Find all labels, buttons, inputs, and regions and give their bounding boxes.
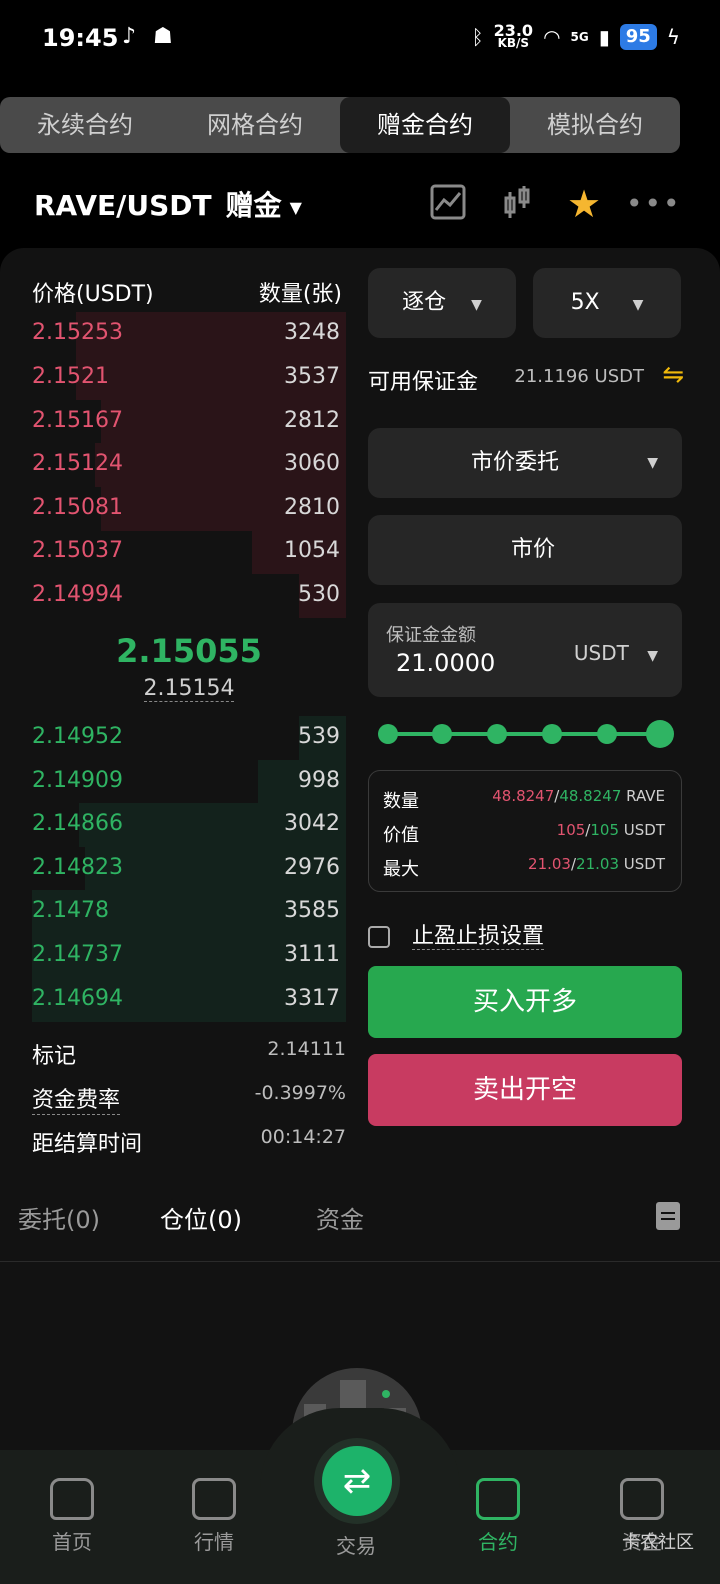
slider-handle[interactable] — [646, 720, 674, 748]
tab-perpetual[interactable]: 永续合约 — [0, 97, 170, 153]
bid-row[interactable]: 2.14952 539 — [32, 716, 346, 760]
tab-demo[interactable]: 模拟合约 — [510, 97, 680, 153]
notification-icons: ♪ ☗ — [122, 24, 173, 49]
slider-stop-20[interactable] — [432, 724, 452, 744]
status-bar: 19:45 ♪ ☗ ᛒ 23.0 KB/S ◠ 5G ▮ 95 ϟ — [0, 0, 720, 80]
market-icon — [192, 1478, 236, 1520]
bid-row[interactable]: 2.14866 3042 — [32, 803, 346, 847]
chevron-down-icon: ▼ — [632, 297, 644, 313]
wifi-icon: ◠ — [543, 25, 561, 49]
slider-stop-60[interactable] — [542, 724, 562, 744]
mark-info: 标记 2.14111 — [32, 1038, 346, 1069]
summary-qty: 数量 48.8247/48.8247 RAVE — [383, 787, 665, 812]
watermark: 卡农社区 — [622, 1532, 694, 1553]
orderbook-header: 价格(USDT) 数量(张) — [32, 276, 342, 308]
qty-column-header: 数量(张) — [258, 282, 342, 307]
tab-orders[interactable]: 委托(0) — [18, 1200, 100, 1235]
buy-long-button[interactable]: 买入开多 — [368, 966, 682, 1038]
price-input[interactable]: 市价 — [368, 515, 682, 585]
contract-icon — [476, 1478, 520, 1520]
qq-icon: ☗ — [153, 24, 173, 49]
tpsl-checkbox[interactable] — [368, 926, 390, 948]
status-right: ᛒ 23.0 KB/S ◠ 5G ▮ 95 ϟ — [471, 21, 680, 50]
margin-amount-input[interactable]: 保证金金额 21.0000 USDT ▼ — [368, 603, 682, 697]
amount-unit-select[interactable]: USDT ▼ — [574, 641, 658, 665]
home-icon — [50, 1478, 94, 1520]
tab-funds[interactable]: 资金 — [316, 1200, 364, 1235]
slider-stop-0[interactable] — [378, 724, 398, 744]
summary-max: 最大 21.03/21.03 USDT — [383, 855, 665, 880]
chevron-down-icon: ▼ — [471, 297, 482, 313]
document-icon[interactable] — [656, 1202, 680, 1230]
bid-row[interactable]: 2.14909 998 — [32, 760, 346, 804]
slider-stop-80[interactable] — [597, 724, 617, 744]
margin-amount-value: 21.0000 — [396, 649, 496, 677]
order-summary: 数量 48.8247/48.8247 RAVE 价值 105/105 USDT … — [368, 770, 682, 892]
ask-row[interactable]: 2.15167 2812 — [32, 400, 346, 444]
pair-badge: 赠金 — [225, 189, 282, 222]
tpsl-toggle[interactable]: 止盈止损设置 — [368, 918, 545, 950]
wallet-icon — [620, 1478, 664, 1520]
order-type-select[interactable]: 市价委托 ▼ — [368, 428, 682, 498]
price-column-header: 价格(USDT) — [32, 282, 154, 307]
ask-row[interactable]: 2.15124 3060 — [32, 443, 346, 487]
charging-icon: ϟ — [666, 25, 680, 49]
ask-row[interactable]: 2.15253 3248 — [32, 312, 346, 356]
bid-row[interactable]: 2.14694 3317 — [32, 978, 346, 1022]
contract-type-tabs: 永续合约 网格合约 赠金合约 模拟合约 — [0, 97, 680, 153]
ask-row[interactable]: 2.15037 1054 — [32, 530, 346, 574]
summary-value: 价值 105/105 USDT — [383, 821, 665, 846]
sell-short-button[interactable]: 卖出开空 — [368, 1054, 682, 1126]
chart-line-icon[interactable] — [428, 184, 468, 224]
mark-price: 2.15154 — [143, 676, 235, 702]
pair-name: RAVE/USDT — [34, 189, 212, 222]
nav-home[interactable]: 首页 — [22, 1478, 122, 1555]
ask-row[interactable]: 2.15081 2810 — [32, 487, 346, 531]
margin-amount-label: 保证金金额 — [386, 625, 476, 646]
ask-row[interactable]: 2.1521 3537 — [32, 356, 346, 400]
nav-contract[interactable]: 合约 — [448, 1478, 548, 1555]
available-margin: 可用保证金 21.1196 USDT ⇋ — [368, 360, 684, 395]
settlement-info: 距结算时间 00:14:27 — [32, 1126, 346, 1157]
amount-slider[interactable] — [378, 720, 674, 748]
slider-stop-40[interactable] — [487, 724, 507, 744]
nav-market[interactable]: 行情 — [164, 1478, 264, 1555]
margin-mode-select[interactable]: 逐仓 ▼ — [368, 268, 516, 338]
star-icon[interactable]: ★ — [564, 184, 604, 224]
positions-tabs: 委托(0) 仓位(0) 资金 — [0, 1190, 720, 1262]
music-icon: ♪ — [122, 24, 137, 49]
pair-header: RAVE/USDT 赠金 ▼ ★ ••• — [0, 170, 720, 240]
bid-row[interactable]: 2.14823 2976 — [32, 847, 346, 891]
status-time: 19:45 — [42, 24, 119, 52]
network-label: 5G — [570, 30, 589, 44]
bluetooth-icon: ᛒ — [471, 25, 484, 49]
ask-row[interactable]: 2.14994 530 — [32, 574, 346, 618]
net-speed: 23.0 KB/S — [493, 21, 534, 50]
tab-grid[interactable]: 网格合约 — [170, 97, 340, 153]
funding-rate-info[interactable]: 资金费率 -0.3997% — [32, 1082, 346, 1115]
battery-badge: 95 — [619, 24, 657, 50]
last-price: 2.15055 — [116, 632, 262, 670]
candlestick-icon[interactable] — [496, 184, 536, 224]
more-icon[interactable]: ••• — [626, 184, 680, 224]
chevron-down-icon: ▼ — [647, 455, 658, 471]
chevron-down-icon: ▼ — [289, 197, 302, 217]
chevron-down-icon: ▼ — [647, 648, 658, 664]
transfer-icon[interactable]: ⇋ — [662, 360, 684, 390]
bid-row[interactable]: 2.14737 3111 — [32, 934, 346, 978]
signal-icon: ▮ — [598, 25, 610, 49]
pair-selector[interactable]: RAVE/USDT 赠金 ▼ — [34, 184, 302, 224]
tab-bonus[interactable]: 赠金合约 — [340, 97, 510, 153]
trade-swap-icon[interactable]: ⇄ — [322, 1446, 392, 1516]
tab-positions[interactable]: 仓位(0) — [160, 1200, 242, 1235]
nav-trade[interactable]: 交易 — [306, 1530, 406, 1559]
bid-row[interactable]: 2.1478 3585 — [32, 890, 346, 934]
leverage-select[interactable]: 5X ▼ — [533, 268, 681, 338]
